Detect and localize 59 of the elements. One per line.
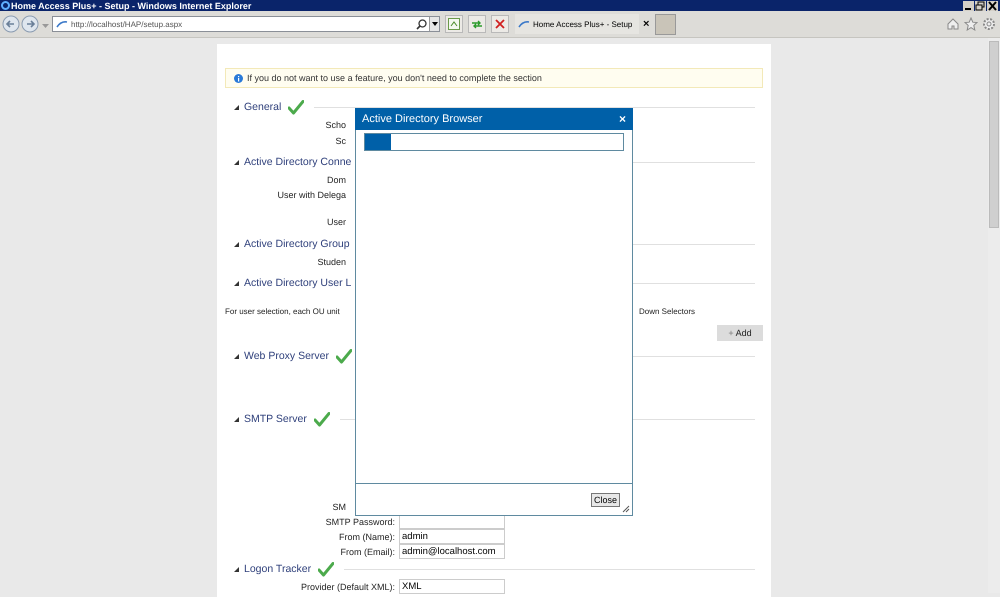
field-label: From (Name): <box>338 532 395 542</box>
field-label: Studen <box>316 257 346 267</box>
input-field[interactable]: admin <box>399 529 505 544</box>
checkmark-icon <box>314 412 330 426</box>
compatibility-button[interactable] <box>445 15 463 33</box>
window-title: Home Access Plus+ - Setup - Windows Internet Explorer <box>11 0 252 10</box>
collapse-triangle-icon[interactable] <box>234 242 239 246</box>
section-heading: Active Directory Group <box>244 238 350 250</box>
close-icon <box>493 17 507 31</box>
checkmark-icon <box>288 100 304 114</box>
scroll-thumb[interactable] <box>989 41 999 228</box>
home-icon[interactable] <box>946 17 960 31</box>
search-icon[interactable] <box>416 18 427 30</box>
field-label: Provider (Default XML): <box>300 582 395 592</box>
field-label: SMTP Password: <box>324 516 395 526</box>
address-field[interactable]: http://localhost/HAP/setup.aspx <box>52 16 440 32</box>
back-button[interactable] <box>2 15 20 33</box>
collapse-triangle-icon[interactable] <box>234 566 239 572</box>
add-button[interactable]: + Add <box>717 325 763 341</box>
field-label: SM <box>332 502 346 512</box>
section-heading: General <box>244 101 282 113</box>
dialog-title: Active Directory Browser <box>362 113 482 125</box>
collapse-triangle-icon[interactable] <box>234 104 239 110</box>
collapse-triangle-icon[interactable] <box>234 280 239 286</box>
field-label: From (Email): <box>340 546 395 556</box>
close-button[interactable]: Close <box>590 492 620 506</box>
description-text: For user selection, each OU unit <box>225 306 340 316</box>
input-field[interactable]: XML <box>399 579 505 594</box>
collapse-triangle-icon[interactable] <box>234 416 239 422</box>
star-icon[interactable] <box>964 17 978 31</box>
section-heading: Active Directory Conne <box>244 156 352 168</box>
field-label: User <box>326 216 346 226</box>
field-label: Sc <box>334 136 346 146</box>
field-label: Scho <box>324 120 346 130</box>
section-heading: Web Proxy Server <box>244 350 329 362</box>
plus-icon: + <box>728 328 734 338</box>
field-label: Dom <box>326 174 346 184</box>
description-text: Down Selectors <box>638 306 695 316</box>
browser-tab[interactable]: Home Access Plus+ - Setup <box>515 14 639 34</box>
collapse-triangle-icon[interactable] <box>234 354 239 358</box>
section-heading: SMTP Server <box>244 413 307 425</box>
checkmark-icon <box>336 348 352 364</box>
close-button[interactable] <box>987 0 998 10</box>
info-icon <box>234 74 243 82</box>
forward-button[interactable] <box>21 15 39 33</box>
restore-button[interactable] <box>975 0 986 10</box>
resize-grip-icon[interactable] <box>622 505 630 513</box>
tab-close-button[interactable]: × <box>643 18 650 30</box>
settings-icon[interactable] <box>982 17 996 31</box>
section-heading: Logon Tracker <box>244 563 312 575</box>
section-heading: Active Directory User L <box>244 277 352 289</box>
input-field[interactable]: admin@localhost.com <box>399 544 505 559</box>
refresh-button[interactable] <box>468 15 486 33</box>
info-text: If you do not want to use a feature, you don't need to complete the section <box>247 73 542 83</box>
close-button[interactable]: × <box>618 112 626 126</box>
collapse-triangle-icon[interactable] <box>234 160 239 164</box>
field-label: User with Delega <box>276 190 346 200</box>
stop-button[interactable] <box>491 15 509 33</box>
checkmark-icon <box>318 562 334 576</box>
